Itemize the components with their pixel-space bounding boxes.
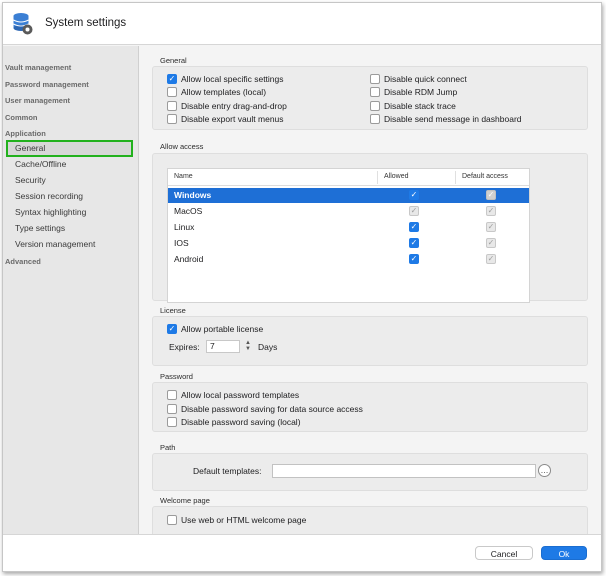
chevron-down-icon[interactable]: ▼ [244,346,252,352]
sidebar-group-user-management[interactable]: User management [5,96,70,105]
allow-local-specific-settings-checkbox[interactable]: ✓ Allow local specific settings [167,74,284,84]
default-access-checkbox: ✓ [486,254,496,264]
section-title-path: Path [160,443,176,452]
allow-access-table[interactable]: Name Allowed Default access Windows ✓ ✓ … [167,168,530,303]
expires-label: Expires: [169,342,200,352]
table-row[interactable]: IOS ✓ ✓ [168,236,529,251]
checkmark-icon: ✓ [167,324,177,334]
default-templates-label: Default templates: [193,466,262,476]
section-title-password: Password [160,372,193,381]
sidebar-group-vault-management[interactable]: Vault management [5,63,71,72]
column-header-name[interactable]: Name [174,173,193,180]
disable-password-saving-data-source-checkbox[interactable]: Disable password saving for data source … [167,404,363,414]
days-label: Days [258,342,278,352]
allow-portable-license-checkbox[interactable]: ✓ Allow portable license [167,324,263,334]
allow-local-password-templates-checkbox[interactable]: Allow local password templates [167,390,299,400]
sidebar-item-session-recording[interactable]: Session recording [15,191,83,201]
sidebar-item-cache-offline[interactable]: Cache/Offline [15,159,66,169]
sidebar-group-advanced[interactable]: Advanced [5,257,41,266]
disable-export-vault-menus-checkbox[interactable]: Disable export vault menus [167,114,284,124]
allowed-checkbox[interactable]: ✓ [409,238,419,248]
sidebar-item-security[interactable]: Security [15,175,46,185]
sidebar-group-common[interactable]: Common [5,113,38,122]
section-title-allow-access: Allow access [160,142,204,151]
default-access-checkbox: ✓ [486,222,496,232]
disable-quick-connect-checkbox[interactable]: Disable quick connect [370,74,467,84]
allow-access-panel: Name Allowed Default access Windows ✓ ✓ … [152,153,588,303]
cancel-button[interactable]: Cancel [475,546,533,560]
table-header: Name Allowed Default access [168,169,529,186]
default-access-checkbox: ✓ [486,238,496,248]
use-web-welcome-page-checkbox[interactable]: Use web or HTML welcome page [167,515,306,525]
default-access-checkbox: ✓ [486,206,496,216]
dialog-footer: Cancel Ok [3,534,601,571]
disable-rdm-jump-checkbox[interactable]: Disable RDM Jump [370,87,457,97]
disable-stack-trace-checkbox[interactable]: Disable stack trace [370,101,456,111]
password-panel: Allow local password templates Disable p… [152,382,588,432]
table-row[interactable]: Linux ✓ ✓ [168,220,529,235]
allowed-checkbox[interactable]: ✓ [409,222,419,232]
table-row[interactable]: MacOS ✓ ✓ [168,204,529,219]
sidebar-item-version-management[interactable]: Version management [15,239,95,249]
general-panel: ✓ Allow local specific settings Allow te… [152,66,588,130]
allowed-checkbox[interactable]: ✓ [409,190,419,200]
sidebar-item-type-settings[interactable]: Type settings [15,223,65,233]
expires-stepper[interactable]: ▲ ▼ [244,340,252,353]
settings-window: System settings Vault management Passwor… [2,2,602,572]
welcome-panel: Use web or HTML welcome page [152,506,588,534]
settings-content: General ✓ Allow local specific settings … [140,46,601,534]
section-title-general: General [160,56,187,65]
disable-password-saving-local-checkbox[interactable]: Disable password saving (local) [167,417,301,427]
browse-ellipsis-icon[interactable]: … [538,464,551,477]
path-panel: Default templates: … [152,453,588,491]
table-row[interactable]: Windows ✓ ✓ [168,188,529,203]
disable-send-message-in-dashboard-checkbox[interactable]: Disable send message in dashboard [370,114,522,124]
section-title-welcome-page: Welcome page [160,496,210,505]
expires-input[interactable]: 7 [206,340,240,353]
sidebar-item-general[interactable]: General [15,143,45,153]
disable-entry-drag-and-drop-checkbox[interactable]: Disable entry drag-and-drop [167,101,287,111]
database-gear-icon [13,13,33,35]
column-header-allowed[interactable]: Allowed [384,173,409,180]
default-templates-input[interactable] [272,464,536,478]
column-header-default-access[interactable]: Default access [462,173,508,180]
title-bar: System settings [3,3,601,45]
default-access-checkbox: ✓ [486,190,496,200]
license-panel: ✓ Allow portable license Expires: 7 ▲ ▼ … [152,316,588,366]
section-title-license: License [160,306,186,315]
sidebar-group-password-management[interactable]: Password management [5,80,89,89]
allowed-checkbox[interactable]: ✓ [409,254,419,264]
allow-templates-local-checkbox[interactable]: Allow templates (local) [167,87,266,97]
sidebar-item-syntax-highlighting[interactable]: Syntax highlighting [15,207,86,217]
checkmark-icon: ✓ [167,74,177,84]
ok-button[interactable]: Ok [541,546,587,560]
table-row[interactable]: Android ✓ ✓ [168,252,529,267]
sidebar: Vault management Password management Use… [3,46,139,534]
allowed-checkbox: ✓ [409,206,419,216]
window-title: System settings [45,17,127,29]
sidebar-group-application[interactable]: Application [5,129,46,138]
